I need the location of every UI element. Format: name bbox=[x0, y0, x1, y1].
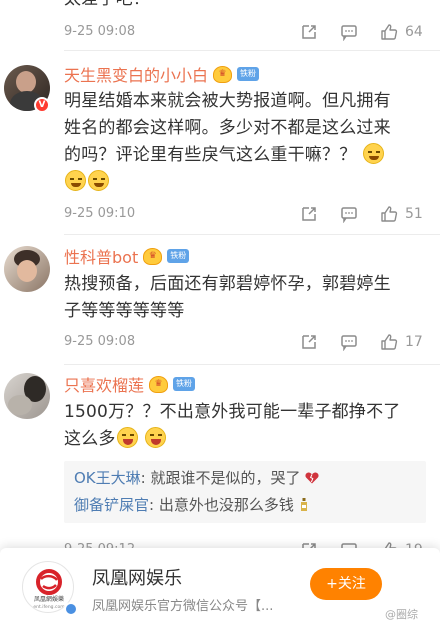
reply-item[interactable]: OK王大琳: 就跟谁不是似的，哭了 bbox=[74, 465, 416, 492]
avatar[interactable] bbox=[4, 373, 50, 419]
fan-badge: 铁粉 bbox=[237, 67, 260, 81]
comment-line: 这么多 bbox=[64, 426, 404, 453]
laugh-cry-emoji-icon bbox=[145, 427, 167, 448]
comment-text: 太差了吧！ bbox=[64, 0, 404, 13]
comment-line: 明星结婚本来就会被大势报道啊。但凡拥有 bbox=[64, 91, 391, 111]
comment-line-text: 这么多 bbox=[64, 429, 116, 449]
smirk-emoji-icon bbox=[88, 170, 109, 191]
account-subtitle: 凤凰网娱乐官方微信公众号【... bbox=[92, 599, 274, 614]
comment-time: 9-25 09:08 bbox=[64, 334, 136, 349]
like-icon[interactable] bbox=[380, 205, 398, 223]
username[interactable]: 天生黑变白的小小白 bbox=[64, 62, 208, 86]
promo-banner[interactable]: 凤凰網娛樂 ent.ifeng.com 凤凰网娱乐 凤凰网娱乐官方微信公众号【.… bbox=[0, 548, 440, 626]
comment-text: 明星结婚本来就会被大势报道啊。但凡拥有 姓名的都会这样啊。多少对不都是这么过来 … bbox=[64, 88, 404, 196]
logo-text: 凤凰網娛樂 bbox=[34, 595, 64, 603]
comment-line bbox=[64, 169, 404, 196]
reply-username[interactable]: OK王大琳 bbox=[74, 469, 141, 487]
user-row: 天生黑变白的小小白 ♛ 铁粉 bbox=[64, 62, 260, 86]
like-count: 17 bbox=[405, 334, 423, 350]
logo-subtext: ent.ifeng.com bbox=[33, 604, 64, 610]
verified-badge-icon: V bbox=[34, 97, 50, 113]
user-row: 性科普bot ♛ 铁粉 bbox=[64, 244, 190, 268]
verified-badge-icon bbox=[64, 602, 78, 616]
account-title[interactable]: 凤凰网娱乐 bbox=[92, 564, 182, 590]
follow-button[interactable]: +关注 bbox=[310, 568, 382, 600]
like-icon[interactable] bbox=[380, 23, 398, 41]
reply-text: : 就跟谁不是似的，哭了 bbox=[140, 469, 301, 487]
reply-username[interactable]: 御备铲屎官 bbox=[74, 496, 149, 514]
like-count: 51 bbox=[405, 206, 423, 222]
laugh-cry-emoji-icon bbox=[116, 427, 138, 448]
comment-text: 热搜预备，后面还有郭碧婷怀孕，郭碧婷生 子等等等等等等 bbox=[64, 271, 404, 325]
comment-icon[interactable] bbox=[340, 205, 358, 223]
username[interactable]: 只喜欢榴莲 bbox=[64, 372, 144, 396]
comment-text: 1500万？？不出意外我可能一辈子都挣不了 这么多 bbox=[64, 399, 404, 453]
comment-icon[interactable] bbox=[340, 333, 358, 351]
crown-icon: ♛ bbox=[149, 375, 169, 393]
comment-time: 9-25 09:10 bbox=[64, 206, 136, 221]
divider bbox=[64, 50, 440, 51]
comment-time: 9-25 09:08 bbox=[64, 24, 136, 39]
smirk-emoji-icon bbox=[65, 170, 86, 191]
bottle-icon bbox=[300, 498, 307, 511]
share-icon[interactable] bbox=[300, 23, 318, 41]
avatar[interactable] bbox=[4, 246, 50, 292]
comment-meta: 9-25 09:08 64 bbox=[0, 21, 440, 43]
share-icon[interactable] bbox=[300, 333, 318, 351]
comment-line: 的吗？评论里有些戾气这么重干嘛？？ bbox=[64, 142, 404, 169]
fan-badge: 铁粉 bbox=[167, 249, 190, 263]
share-icon[interactable] bbox=[300, 205, 318, 223]
divider bbox=[64, 234, 440, 235]
watermark: @圈综 bbox=[385, 608, 418, 621]
like-count: 64 bbox=[405, 24, 423, 40]
comment-line: 姓名的都会这样啊。多少对不都是这么过来 bbox=[64, 118, 391, 138]
like-icon[interactable] bbox=[380, 333, 398, 351]
crown-icon: ♛ bbox=[143, 247, 163, 265]
comment-line: 1500万？？不出意外我可能一辈子都挣不了 bbox=[64, 402, 401, 422]
user-row: 只喜欢榴莲 ♛ 铁粉 bbox=[64, 372, 196, 396]
reply-item[interactable]: 御备铲屎官: 出意外也没那么多钱 bbox=[74, 492, 416, 519]
reply-box[interactable]: OK王大琳: 就跟谁不是似的，哭了 御备铲屎官: 出意外也没那么多钱 bbox=[64, 461, 426, 523]
fan-badge: 铁粉 bbox=[173, 377, 196, 391]
divider bbox=[64, 364, 440, 365]
username[interactable]: 性科普bot bbox=[64, 244, 138, 268]
comment-line: 热搜预备，后面还有郭碧婷怀孕，郭碧婷生 bbox=[64, 274, 391, 294]
smirk-emoji-icon bbox=[363, 143, 385, 164]
comment-icon[interactable] bbox=[340, 23, 358, 41]
crown-icon: ♛ bbox=[213, 65, 233, 83]
comment-line: 子等等等等等等 bbox=[64, 301, 185, 321]
broken-heart-icon bbox=[305, 472, 319, 484]
comment-meta: 9-25 09:10 51 bbox=[0, 203, 440, 225]
comment-line-text: 的吗？评论里有些戾气这么重干嘛？？ bbox=[64, 145, 357, 165]
comment-meta: 9-25 09:08 17 bbox=[0, 331, 440, 353]
reply-text: : 出意外也没那么多钱 bbox=[149, 496, 294, 514]
